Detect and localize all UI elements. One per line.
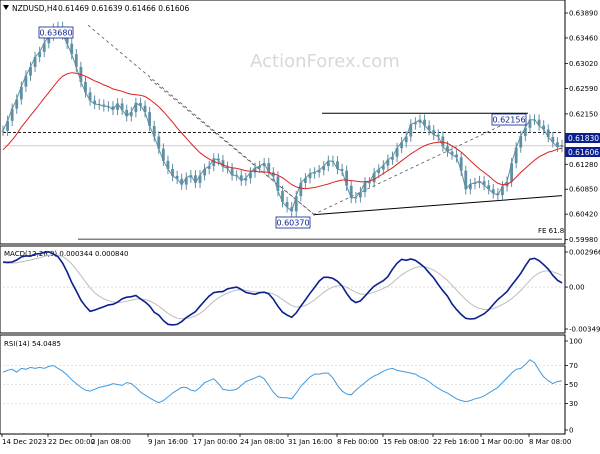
time-tick-label: 9 Jan 16:00 — [148, 438, 188, 446]
fe-label: FE 61.8 — [538, 227, 564, 235]
time-tick-label: 8 Feb 00:00 — [337, 438, 378, 446]
price-tick-label: 0.62590 — [569, 85, 598, 93]
macd-tick-label: -0.003494 — [569, 326, 600, 334]
rsi-tick-label: 0 — [569, 427, 573, 435]
time-tick-label: 14 Dec 2023 — [2, 438, 47, 446]
rsi-header: RSI(14) 54.0485 — [4, 340, 61, 348]
price-tick-label: 0.63460 — [569, 34, 598, 42]
svg-text:0.61830: 0.61830 — [568, 134, 599, 143]
rsi-tick-label: 50 — [569, 381, 578, 389]
price-tick-label: 0.61280 — [569, 161, 598, 169]
svg-text:0.63680: 0.63680 — [39, 29, 72, 38]
price-tick-label: 0.62150 — [569, 110, 598, 118]
rsi-tick-label: 30 — [569, 400, 578, 408]
current-price-tag: 0.61606 — [565, 147, 600, 157]
chart-svg: ActionForex.com NZDUSD,H4 0.61469 0.6163… — [0, 0, 600, 450]
time-tick-label: 24 Jan 08:00 — [240, 438, 284, 446]
time-tick-label: 8 Mar 08:00 — [529, 438, 571, 446]
symbol-label: NZDUSD,H4 — [12, 4, 58, 13]
time-tick-label: 15 Feb 08:00 — [383, 438, 429, 446]
svg-text:0.62156: 0.62156 — [492, 116, 525, 125]
time-tick-label: 17 Jan 00:00 — [193, 438, 237, 446]
watermark: ActionForex.com — [250, 51, 400, 72]
macd-tick-label: 0.002966 — [569, 249, 600, 257]
macd-tick-label: 0.00 — [569, 284, 585, 292]
chart-root: ActionForex.com NZDUSD,H4 0.61469 0.6163… — [0, 0, 600, 450]
svg-text:0.60370: 0.60370 — [276, 219, 309, 228]
ohlc-values: 0.61469 0.61639 0.61466 0.61606 — [58, 4, 189, 13]
price-tick-label: 0.63020 — [569, 60, 598, 68]
peak-label: 0.62156 — [491, 113, 527, 126]
price-tick-label: 0.60420 — [569, 211, 598, 219]
low-label: 0.60370 — [275, 216, 311, 229]
svg-text:0.61606: 0.61606 — [568, 148, 599, 157]
high-label: 0.63680 — [38, 26, 74, 39]
time-tick-label: 22 Dec 00:00 — [48, 438, 95, 446]
time-tick-label: 31 Jan 16:00 — [288, 438, 332, 446]
time-tick-label: 1 Mar 00:00 — [481, 438, 523, 446]
price-header: NZDUSD,H4 0.61469 0.61639 0.61466 0.6160… — [3, 4, 189, 13]
candle-body — [1, 130, 5, 132]
level-price-tag: 0.61830 — [565, 133, 600, 143]
time-tick-label: 22 Feb 16:00 — [433, 438, 479, 446]
rsi-tick-label: 100 — [569, 338, 582, 346]
price-tick-label: 0.60850 — [569, 186, 598, 194]
price-tick-label: 0.59980 — [569, 236, 598, 244]
time-tick-label: 2 Jan 08:00 — [91, 438, 131, 446]
price-tick-label: 0.63890 — [569, 10, 598, 18]
rsi-tick-label: 70 — [569, 362, 578, 370]
